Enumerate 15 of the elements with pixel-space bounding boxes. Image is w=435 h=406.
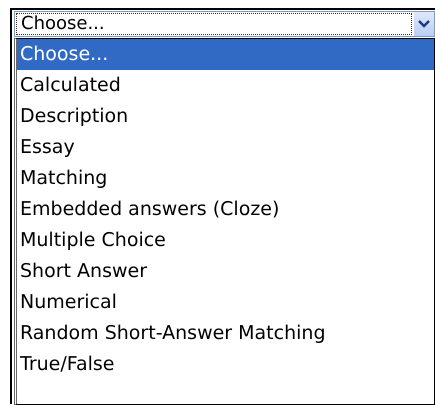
option-item[interactable]: Matching (17, 163, 434, 194)
option-item[interactable]: Random Short-Answer Matching (17, 318, 434, 349)
dropdown-button[interactable] (413, 12, 434, 36)
option-item[interactable]: Description (17, 101, 434, 132)
option-item[interactable]: Short Answer (17, 256, 434, 287)
option-item[interactable]: Choose... (17, 39, 434, 70)
chevron-down-icon (418, 20, 430, 28)
select-field[interactable]: Choose... (14, 11, 435, 37)
option-item[interactable]: Essay (17, 132, 434, 163)
option-item[interactable]: Numerical (17, 287, 434, 318)
option-item[interactable]: Multiple Choice (17, 225, 434, 256)
option-item[interactable]: Calculated (17, 70, 434, 101)
option-item[interactable]: Embedded answers (Cloze) (17, 194, 434, 225)
option-item[interactable]: True/False (17, 349, 434, 380)
selected-value: Choose... (16, 13, 412, 35)
